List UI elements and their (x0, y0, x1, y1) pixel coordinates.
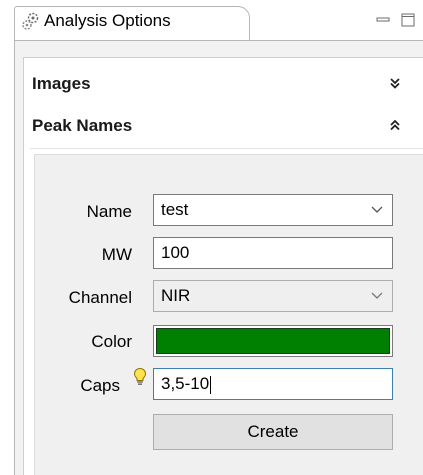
create-button[interactable]: Create (153, 414, 393, 450)
view-tab-strip: Analysis Options (0, 0, 423, 40)
section-peak-names-header[interactable]: Peak Names (24, 108, 423, 143)
section-images-header[interactable]: Images (24, 66, 423, 101)
double-chevron-down-icon[interactable] (388, 76, 402, 90)
channel-value: NIR (161, 286, 191, 305)
section-title: Images (32, 74, 91, 93)
text-caret (210, 375, 212, 394)
mw-label: MW (101, 245, 132, 264)
channel-combo[interactable]: NIR (153, 280, 393, 312)
channel-label: Channel (68, 288, 132, 307)
gears-icon (22, 12, 39, 30)
name-value: test (161, 200, 189, 219)
caps-value: 3,5-10 (161, 374, 210, 393)
mw-input[interactable]: 100 (153, 237, 393, 269)
lightbulb-icon (133, 367, 147, 385)
tab-title: Analysis Options (44, 11, 171, 30)
section-divider (30, 148, 423, 149)
name-combo[interactable]: test (153, 194, 393, 226)
mw-value: 100 (161, 243, 190, 262)
caps-input[interactable]: 3,5-10 (153, 368, 393, 400)
chevron-down-icon[interactable] (370, 290, 384, 302)
caps-label: Caps (80, 376, 120, 395)
section-title: Peak Names (32, 116, 133, 135)
name-label: Name (86, 202, 132, 221)
double-chevron-up-icon[interactable] (388, 118, 402, 132)
maximize-icon[interactable] (400, 12, 416, 28)
minimize-icon[interactable] (375, 12, 391, 28)
color-swatch-fill (156, 328, 390, 354)
chevron-down-icon[interactable] (370, 204, 384, 216)
color-label: Color (91, 332, 132, 351)
color-picker-button[interactable] (153, 325, 393, 357)
